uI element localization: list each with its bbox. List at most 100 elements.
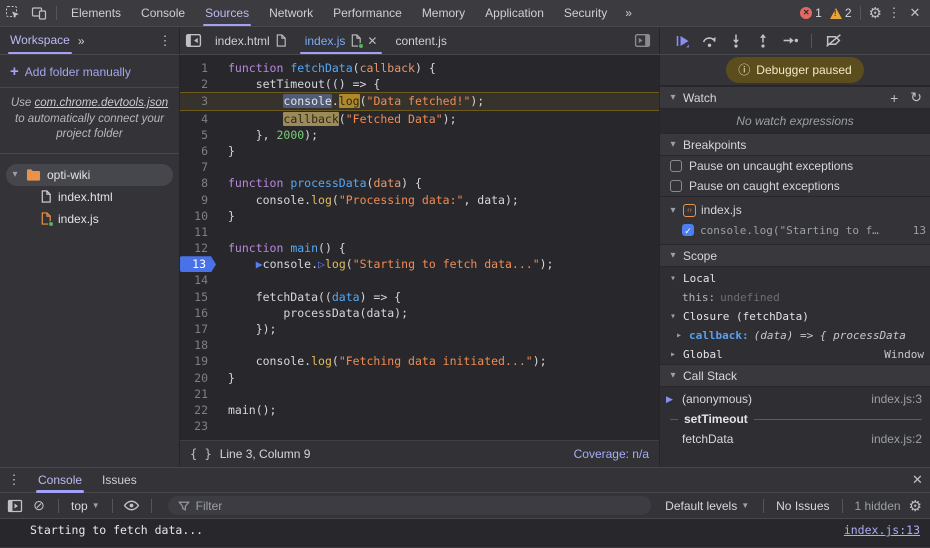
section-call-stack[interactable]: ▾ Call Stack [660,364,930,387]
close-drawer-icon[interactable]: ✕ [912,472,930,488]
scope-callback[interactable]: ▸ callback: (data) => { processData [660,326,930,345]
devtools-json-link[interactable]: com.chrome.devtools.json [35,97,169,109]
line-number[interactable]: 20 [180,370,216,386]
stack-frame-anonymous[interactable]: ▶ (anonymous) index.js:3 [660,389,930,409]
line-number[interactable]: 9 [180,192,216,208]
code-text[interactable]: }, 2000); [216,127,659,143]
resume-script-icon[interactable] [672,31,692,51]
more-panels-icon[interactable]: » [617,6,640,20]
scope-global[interactable]: ▸ Global Window [660,345,930,364]
code-text[interactable]: console.log("Data fetched!"); [216,93,659,109]
console-source-link[interactable]: index.js:13 [844,523,920,537]
code-text[interactable]: setTimeout(() => { [216,76,659,92]
inspect-element-icon[interactable] [0,0,26,26]
code-text[interactable] [216,337,659,353]
section-scope[interactable]: ▾ Scope [660,244,930,267]
code-text[interactable] [216,386,659,402]
step-into-icon[interactable] [726,31,746,51]
tree-item-index-js[interactable]: index.js [0,208,179,230]
scope-this[interactable]: this: undefined [660,288,930,307]
code-text[interactable]: function main() { [216,240,659,256]
code-text[interactable]: function fetchData(callback) { [216,60,659,76]
step-over-icon[interactable] [699,31,719,51]
tab-elements[interactable]: Elements [61,0,131,26]
close-tab-icon[interactable]: ✕ [367,34,377,48]
tab-console[interactable]: Console [131,0,195,26]
line-number[interactable]: 12 [180,240,216,256]
line-number[interactable]: 14 [180,272,216,288]
deactivate-breakpoints-icon[interactable] [823,31,843,51]
line-number[interactable]: 2 [180,76,216,92]
editor-tab-index-js[interactable]: index.js ✕ [296,27,387,54]
settings-gear-icon[interactable]: ⚙ [869,4,882,22]
code-text[interactable]: fetchData((data) => { [216,289,659,305]
console-sidebar-icon[interactable] [6,497,24,515]
step-icon[interactable] [780,31,800,51]
code-text[interactable]: processData(data); [216,305,659,321]
tree-item-opti-wiki[interactable]: ▾ opti-wiki [6,163,173,186]
line-number[interactable]: 15 [180,289,216,305]
code-text[interactable]: function processData(data) { [216,175,659,191]
issues-counter[interactable]: No Issues [776,499,829,513]
menu-kebab-icon[interactable]: ⋮ [886,5,902,21]
editor-tab-content-js[interactable]: content.js [386,27,455,54]
console-settings-icon[interactable]: ⚙ [909,497,922,515]
add-watch-icon[interactable]: + [890,90,898,106]
tab-application[interactable]: Application [475,0,554,26]
line-number[interactable]: 1 [180,60,216,76]
scope-closure[interactable]: ▾ Closure (fetchData) [660,307,930,326]
device-toolbar-icon[interactable] [26,0,52,26]
checkbox-unchecked[interactable] [670,160,682,172]
pretty-print-icon[interactable]: { } [190,447,212,461]
section-breakpoints[interactable]: ▾ Breakpoints [660,133,930,156]
more-sidebar-tabs-icon[interactable]: » [70,34,93,48]
chevron-down-icon[interactable]: ▾ [10,169,20,180]
tab-memory[interactable]: Memory [412,0,475,26]
line-number[interactable]: 8 [180,175,216,191]
tree-item-index-html[interactable]: index.html [0,186,179,208]
live-expression-eye-icon[interactable] [123,497,141,515]
code-text[interactable]: callback("Fetched Data"); [216,111,659,127]
code-text[interactable] [216,418,659,434]
line-number[interactable]: 10 [180,208,216,224]
stack-frame-fetchdata[interactable]: fetchData index.js:2 [660,429,930,449]
tab-workspace[interactable]: Workspace [8,27,72,54]
default-levels-dropdown[interactable]: Default levels ▼ [663,499,751,513]
pause-caught-row[interactable]: Pause on caught exceptions [660,176,930,196]
console-output[interactable]: Starting to fetch data... index.js:13 [0,519,930,548]
tab-issues[interactable]: Issues [92,468,147,493]
line-number[interactable]: 21 [180,386,216,402]
coverage-link[interactable]: Coverage: n/a [574,447,649,461]
refresh-watch-icon[interactable]: ↻ [910,89,922,106]
line-number[interactable]: 16 [180,305,216,321]
breakpoint-entry[interactable]: ✓ console.log("Starting to f… 13 [660,220,930,240]
clear-console-icon[interactable]: ⊘ [30,497,48,515]
line-number[interactable]: 5 [180,127,216,143]
hidden-messages-count[interactable]: 1 hidden [855,499,901,513]
step-out-icon[interactable] [753,31,773,51]
context-selector[interactable]: top ▼ [69,499,102,513]
code-text[interactable]: } [216,208,659,224]
code-text[interactable]: }); [216,321,659,337]
drawer-menu-icon[interactable]: ⋮ [6,472,22,488]
line-number[interactable]: 6 [180,143,216,159]
chevron-right-icon[interactable]: ▸ [674,330,684,341]
line-number[interactable]: 17 [180,321,216,337]
close-devtools-icon[interactable]: ✕ [906,5,924,21]
tab-console[interactable]: Console [28,468,92,493]
tab-performance[interactable]: Performance [323,0,412,26]
code-text[interactable]: } [216,370,659,386]
warning-count-badge[interactable]: 2 [829,6,852,20]
checkbox-unchecked[interactable] [670,180,682,192]
code-text[interactable] [216,272,659,288]
line-number[interactable]: 23 [180,418,216,434]
code-text[interactable] [216,159,659,175]
pause-uncaught-row[interactable]: Pause on uncaught exceptions [660,156,930,176]
tab-security[interactable]: Security [554,0,617,26]
line-number[interactable]: 7 [180,159,216,175]
chevron-right-icon[interactable]: ▸ [668,349,678,360]
line-number[interactable]: 18 [180,337,216,353]
show-debugger-panel-icon[interactable] [629,28,655,54]
code-text[interactable]: console.log("Processing data:", data); [216,192,659,208]
breakpoint-line-number[interactable]: 13 [180,256,216,273]
